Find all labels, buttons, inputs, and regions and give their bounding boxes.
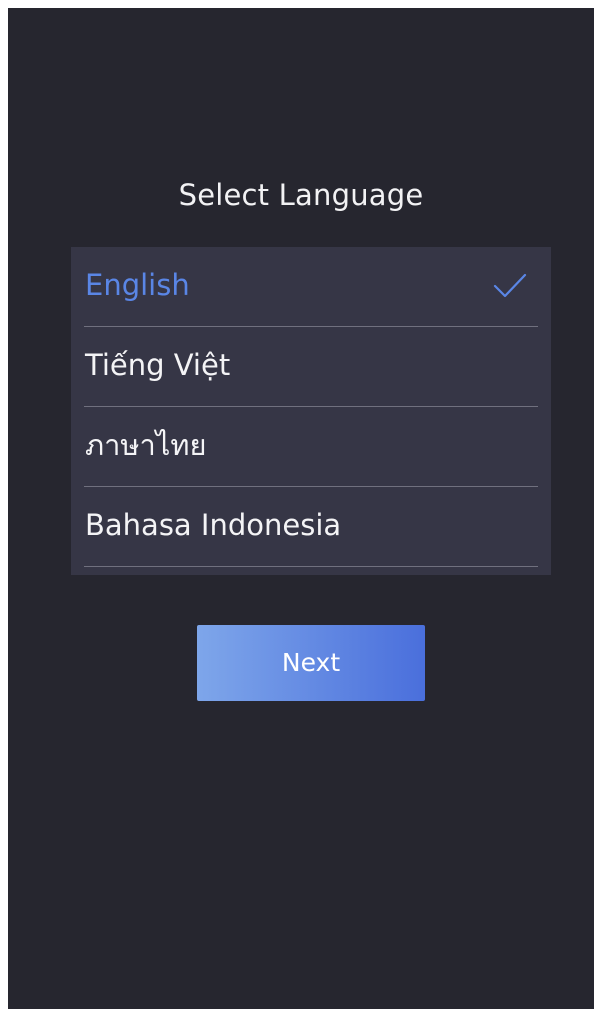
next-button[interactable]: Next bbox=[197, 625, 425, 701]
page-title: Select Language bbox=[178, 178, 424, 212]
language-option-english[interactable]: English bbox=[84, 247, 538, 327]
language-option-thai[interactable]: ภาษาไทย bbox=[84, 407, 538, 487]
language-list: English Tiếng Việt ภาษาไทย Bahasa Indone… bbox=[71, 247, 551, 575]
language-selection-screen: Select Language English Tiếng Việt ภาษาไ… bbox=[8, 8, 594, 1009]
language-label: Tiếng Việt bbox=[85, 348, 231, 382]
language-label: ภาษาไทย bbox=[85, 428, 207, 462]
language-option-indonesian[interactable]: Bahasa Indonesia bbox=[84, 487, 538, 567]
language-option-vietnamese[interactable]: Tiếng Việt bbox=[84, 327, 538, 407]
language-label: Bahasa Indonesia bbox=[85, 508, 342, 542]
language-label: English bbox=[85, 268, 190, 302]
checkmark-icon bbox=[493, 273, 527, 298]
